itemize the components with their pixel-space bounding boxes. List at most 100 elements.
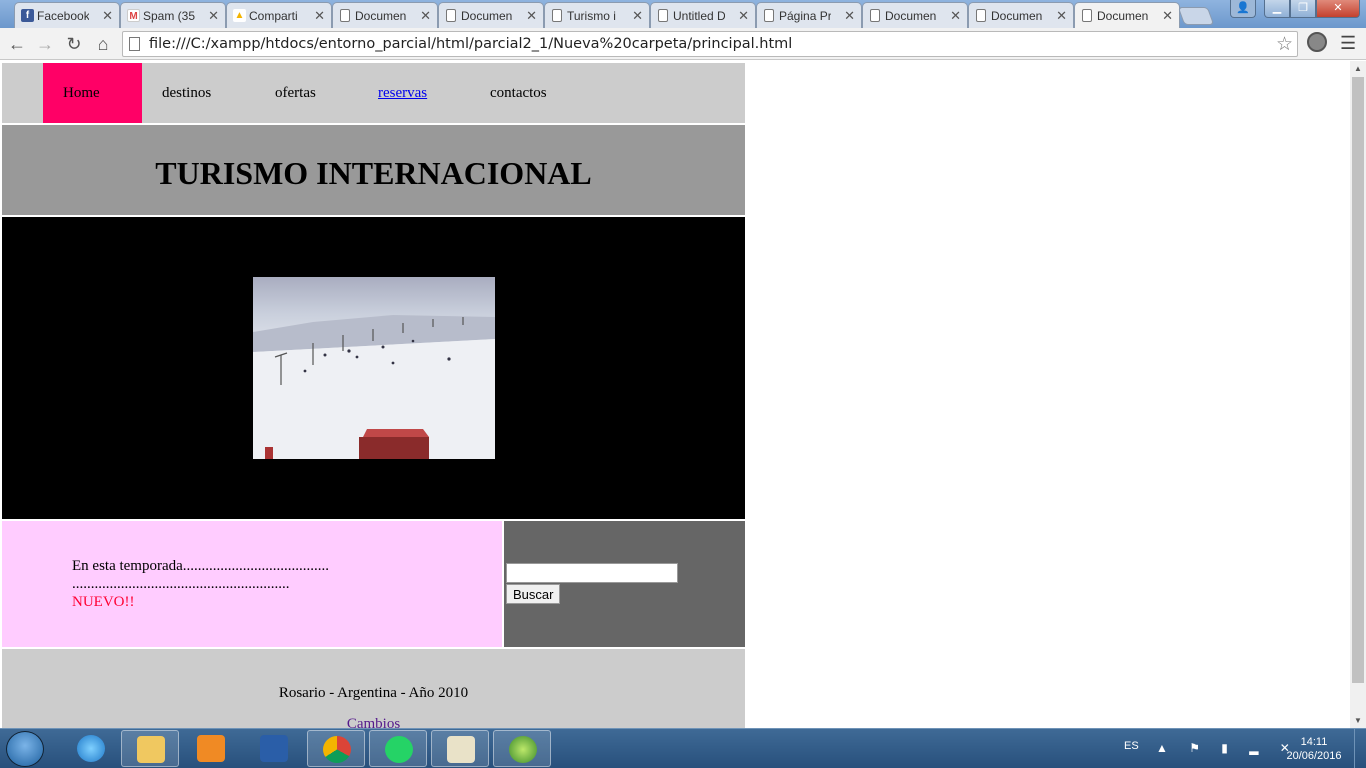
close-tab-icon[interactable]: ✕ — [526, 8, 537, 24]
home-icon[interactable]: ⌂ — [92, 33, 114, 55]
page-viewport: Home destinos ofertas reservas contactos… — [0, 61, 1350, 728]
site-nav: Home destinos ofertas reservas contactos — [2, 63, 745, 123]
browser-toolbar: ← → ↻ ⌂ file:///C:/xampp/htdocs/entorno_… — [0, 28, 1366, 60]
windows-taskbar: ES ▲ ⚑ ▮ ▂ ✕ 14:11 20/06/2016 — [0, 728, 1366, 768]
browser-tab-strip: f Facebook ✕ M Spam (35 ✕ ▲ Comparti ✕ D… — [0, 0, 1366, 28]
scrollbar-thumb[interactable] — [1352, 77, 1364, 683]
back-arrow-icon[interactable]: ← — [6, 33, 28, 55]
window-controls: 👤 ▁ ❐ ✕ — [1230, 0, 1360, 18]
toolbox-icon — [260, 735, 288, 762]
taskbar-whatsapp[interactable] — [369, 730, 427, 767]
new-label: NUEVO!! — [72, 594, 135, 610]
search-panel: Buscar — [504, 521, 745, 647]
website: Home destinos ofertas reservas contactos… — [2, 63, 745, 728]
taskbar-toolbox[interactable] — [245, 730, 303, 767]
promo-text-line1: En esta temporada.......................… — [72, 558, 330, 574]
document-icon — [1082, 9, 1092, 22]
close-tab-icon[interactable]: ✕ — [950, 8, 961, 24]
footer-link-cambios[interactable]: Cambios — [2, 716, 745, 728]
page-icon — [129, 37, 140, 51]
facebook-icon: f — [21, 9, 34, 22]
clock[interactable]: 14:11 20/06/2016 — [1284, 735, 1344, 763]
site-header: TURISMO INTERNACIONAL — [2, 125, 745, 215]
taskbar-app[interactable] — [493, 730, 551, 767]
taskbar-paint[interactable] — [431, 730, 489, 767]
new-tab-button[interactable] — [1177, 7, 1215, 25]
close-tab-icon[interactable]: ✕ — [208, 8, 219, 24]
whatsapp-icon — [385, 736, 413, 763]
footer-text: Rosario - Argentina - Año 2010 — [278, 685, 469, 701]
nav-reservas[interactable]: reservas — [378, 63, 427, 123]
hero-section — [2, 217, 745, 519]
search-input[interactable] — [506, 563, 678, 583]
gmail-icon: M — [127, 9, 140, 22]
green-app-icon — [509, 736, 537, 763]
close-tab-icon[interactable]: ✕ — [1162, 8, 1173, 24]
taskbar-chrome[interactable] — [307, 730, 365, 767]
forward-arrow-icon[interactable]: → — [34, 33, 56, 55]
user-icon[interactable]: 👤 — [1230, 0, 1256, 18]
show-desktop-button[interactable] — [1354, 729, 1366, 768]
tab-document[interactable]: Documen ✕ — [438, 2, 544, 28]
menu-icon[interactable]: ☰ — [1340, 33, 1356, 54]
tab-document-active[interactable]: Documen ✕ — [1074, 2, 1180, 28]
document-icon — [870, 9, 880, 22]
tab-drive[interactable]: ▲ Comparti ✕ — [226, 2, 332, 28]
address-bar[interactable]: file:///C:/xampp/htdocs/entorno_parcial/… — [122, 31, 1298, 57]
scroll-up-arrow-icon[interactable]: ▲ — [1350, 64, 1366, 73]
content-row: En esta temporada.......................… — [2, 521, 745, 647]
tab-document[interactable]: Documen ✕ — [862, 2, 968, 28]
document-icon — [446, 9, 456, 22]
taskbar-media-player[interactable] — [182, 730, 240, 767]
site-title: TURISMO INTERNACIONAL — [155, 155, 592, 191]
internet-explorer-icon — [77, 735, 105, 762]
drive-icon: ▲ — [233, 9, 246, 22]
nav-contactos[interactable]: contactos — [490, 63, 547, 123]
tab-document[interactable]: Documen ✕ — [968, 2, 1074, 28]
document-icon — [764, 9, 774, 22]
nav-ofertas[interactable]: ofertas — [275, 63, 316, 123]
tab-pagina[interactable]: Página Pr ✕ — [756, 2, 862, 28]
close-tab-icon[interactable]: ✕ — [314, 8, 325, 24]
close-window-button[interactable]: ✕ — [1316, 0, 1360, 18]
tab-turismo[interactable]: Turismo i ✕ — [544, 2, 650, 28]
url-text[interactable]: file:///C:/xampp/htdocs/entorno_parcial/… — [149, 36, 792, 52]
vertical-scrollbar[interactable]: ▲ ▼ — [1350, 61, 1366, 728]
start-button[interactable] — [6, 731, 44, 767]
taskbar-file-explorer[interactable] — [121, 730, 179, 767]
close-tab-icon[interactable]: ✕ — [102, 8, 113, 24]
site-footer: Rosario - Argentina - Año 2010 Cambios — [2, 649, 745, 728]
tab-gmail[interactable]: M Spam (35 ✕ — [120, 2, 226, 28]
close-tab-icon[interactable]: ✕ — [632, 8, 643, 24]
close-tab-icon[interactable]: ✕ — [420, 8, 431, 24]
tab-facebook[interactable]: f Facebook ✕ — [14, 2, 120, 28]
folder-icon — [137, 736, 165, 763]
document-icon — [976, 9, 986, 22]
media-player-icon — [197, 735, 225, 762]
close-tab-icon[interactable]: ✕ — [844, 8, 855, 24]
chrome-icon — [323, 736, 351, 763]
ski-slope-illustration — [253, 315, 495, 459]
bookmark-star-icon[interactable]: ☆ — [1276, 33, 1293, 56]
reload-icon[interactable]: ↻ — [63, 33, 85, 55]
document-icon — [340, 9, 350, 22]
ski-resort-photo — [253, 277, 495, 459]
language-indicator[interactable]: ES — [1124, 740, 1139, 752]
extension-icon[interactable] — [1307, 32, 1327, 52]
search-button[interactable]: Buscar — [506, 584, 561, 604]
maximize-button[interactable]: ❐ — [1290, 0, 1316, 18]
tab-document[interactable]: Documen ✕ — [332, 2, 438, 28]
clock-date: 20/06/2016 — [1286, 750, 1342, 762]
taskbar-internet-explorer[interactable] — [62, 730, 120, 767]
close-tab-icon[interactable]: ✕ — [738, 8, 749, 24]
tray-icons[interactable]: ▲ ⚑ ▮ ▂ ✕ — [1156, 741, 1299, 755]
nav-destinos[interactable]: destinos — [162, 63, 211, 123]
nav-home[interactable]: Home — [43, 63, 142, 123]
promo-text-line2: ........................................… — [72, 576, 290, 592]
document-icon — [658, 9, 668, 22]
scroll-down-arrow-icon[interactable]: ▼ — [1350, 716, 1366, 725]
minimize-button[interactable]: ▁ — [1264, 0, 1290, 18]
tab-untitled[interactable]: Untitled D ✕ — [650, 2, 756, 28]
clock-time: 14:11 — [1300, 736, 1328, 748]
close-tab-icon[interactable]: ✕ — [1056, 8, 1067, 24]
